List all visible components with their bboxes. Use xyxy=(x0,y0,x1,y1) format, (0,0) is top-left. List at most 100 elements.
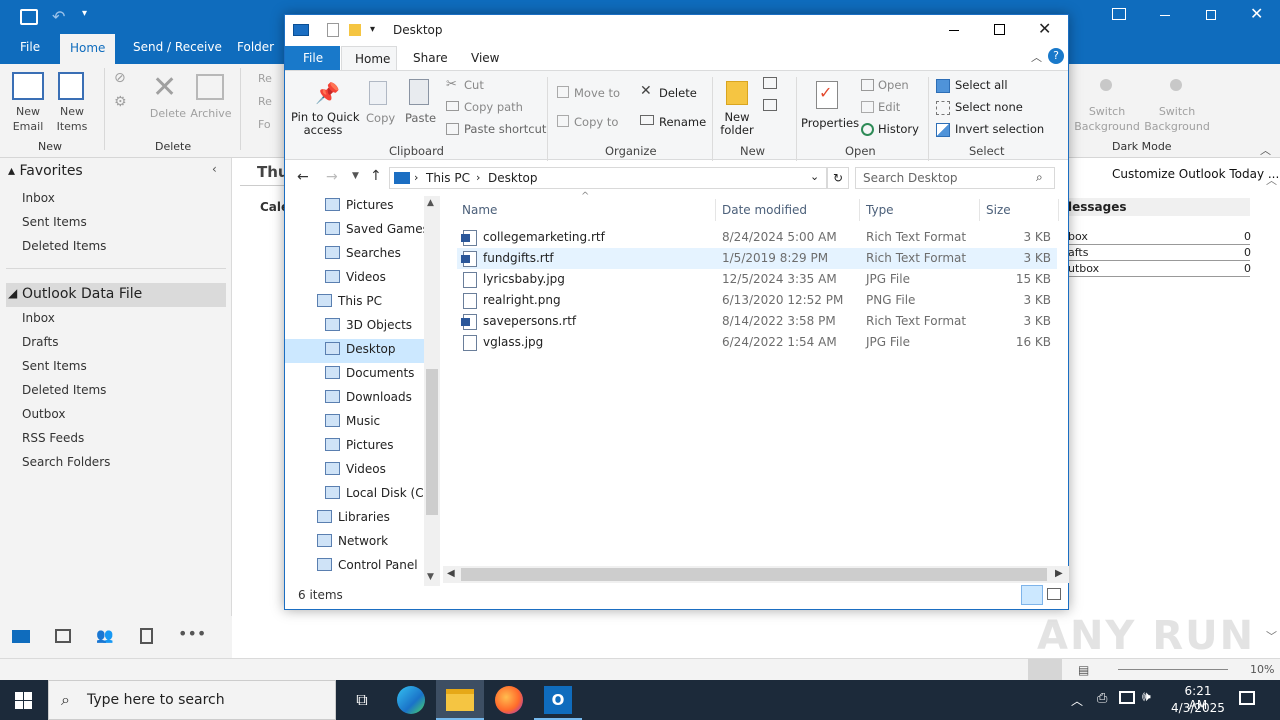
tree-item[interactable]: Desktop xyxy=(325,342,396,356)
easy-access-icon[interactable] xyxy=(763,99,777,111)
tab-home[interactable]: Home xyxy=(60,34,116,64)
folder-deleted-items[interactable]: Deleted Items xyxy=(22,383,106,397)
tree-item[interactable]: Pictures xyxy=(325,198,394,212)
file-row[interactable]: collegemarketing.rtf 8/24/2024 5:00 AM Ric… xyxy=(457,227,1057,248)
scroll-right-icon[interactable]: ▶ xyxy=(1055,568,1063,579)
file-row[interactable]: savepersons.rtf 8/14/2022 3:58 PM Rich Tex… xyxy=(457,311,1057,332)
messages-inbox[interactable]: box xyxy=(1068,230,1088,243)
tree-item[interactable]: Libraries xyxy=(317,510,390,524)
breadcrumb-desktop[interactable]: Desktop xyxy=(488,171,538,185)
archive-button[interactable]: Archive xyxy=(190,70,232,130)
windows-start-icon[interactable] xyxy=(15,692,32,709)
zoom-slider[interactable] xyxy=(1118,669,1228,670)
help-icon[interactable]: ? xyxy=(1048,48,1064,64)
refresh-icon[interactable]: ↻ xyxy=(827,167,849,189)
forward-icon[interactable]: → xyxy=(326,169,338,185)
favorite-deleted-items[interactable]: Deleted Items xyxy=(22,239,106,253)
tree-item[interactable]: Local Disk (C:) xyxy=(325,486,432,500)
horizontal-scrollbar[interactable]: ◀ ▶ xyxy=(443,566,1069,583)
taskbar-search-input[interactable]: Type here to search xyxy=(87,692,225,708)
new-items-button[interactable]: New Items xyxy=(50,70,94,140)
undo-icon[interactable]: ↶ xyxy=(52,7,65,26)
outlook-icon[interactable]: O xyxy=(544,686,572,714)
folder-drafts[interactable]: Drafts xyxy=(22,335,59,349)
qat-dropdown-icon[interactable]: ▾ xyxy=(82,8,87,19)
close-icon[interactable]: ✕ xyxy=(1038,19,1051,38)
cut-button[interactable]: Cut xyxy=(464,78,484,92)
tab-send-receive[interactable]: Send / Receive xyxy=(133,40,222,54)
collapse-ribbon-icon[interactable]: ︿ xyxy=(1260,142,1271,158)
new-folder-quick-icon[interactable] xyxy=(349,24,361,36)
column-date-modified[interactable]: Date modified xyxy=(722,203,807,217)
collapse-pane-icon[interactable]: ‹ xyxy=(212,162,217,176)
tab-folder[interactable]: Folder xyxy=(237,40,274,54)
folder-rss-feeds[interactable]: RSS Feeds xyxy=(22,431,84,445)
more-icon[interactable]: ••• xyxy=(178,624,206,643)
invert-selection-button[interactable]: Invert selection xyxy=(955,122,1044,136)
notifications-icon[interactable] xyxy=(1239,691,1255,705)
tree-item[interactable]: Pictures xyxy=(325,438,394,452)
reading-view-icon[interactable]: ▤ xyxy=(1078,663,1089,677)
column-size[interactable]: Size xyxy=(986,203,1011,217)
clock-date[interactable]: 4/3/2025 xyxy=(1170,701,1226,715)
meet-now-icon[interactable]: ⎙ xyxy=(1097,691,1107,706)
new-folder-button[interactable]: New folder xyxy=(715,75,759,141)
scroll-up-arrow-icon[interactable]: ▲ xyxy=(427,198,434,208)
large-icons-view-icon[interactable] xyxy=(1047,588,1061,600)
rename-button[interactable]: Rename xyxy=(659,115,706,129)
pin-quick-access-button[interactable]: 📌 Pin to Quick access xyxy=(289,75,360,141)
delete-button[interactable]: ✕ Delete xyxy=(148,70,188,130)
reply-all-button[interactable]: Re xyxy=(258,95,272,108)
customize-outlook-today-link[interactable]: Customize Outlook Today ... xyxy=(1112,167,1279,181)
maximize-icon[interactable] xyxy=(1206,10,1216,20)
close-icon[interactable]: ✕ xyxy=(1250,4,1263,23)
tab-home[interactable]: Home xyxy=(341,46,397,71)
tab-share[interactable]: Share xyxy=(413,51,448,65)
switch-background-button-2[interactable]: Switch Background xyxy=(1142,76,1212,136)
maximize-icon[interactable] xyxy=(994,24,1005,35)
scroll-down-arrow-icon[interactable]: ▼ xyxy=(427,572,434,582)
select-none-button[interactable]: Select none xyxy=(955,100,1023,114)
folder-search-folders[interactable]: Search Folders xyxy=(22,455,110,469)
open-button[interactable]: Open xyxy=(878,78,909,92)
network-icon[interactable] xyxy=(1119,691,1135,704)
qat-dropdown-icon[interactable]: ▾ xyxy=(370,24,375,35)
restore-ribbon-icon[interactable] xyxy=(1112,8,1126,20)
mail-icon[interactable] xyxy=(12,630,30,643)
properties-button[interactable]: ✓ Properties xyxy=(799,75,859,141)
recent-locations-icon[interactable]: ▼ xyxy=(352,171,359,181)
scroll-left-icon[interactable]: ◀ xyxy=(447,568,455,579)
tab-file[interactable]: File xyxy=(20,40,40,54)
reply-button[interactable]: Re xyxy=(258,72,272,85)
scroll-up-icon[interactable]: ︿ xyxy=(1266,172,1277,188)
tree-item[interactable]: 3D Objects xyxy=(325,318,412,332)
minimize-icon[interactable] xyxy=(949,30,959,31)
tree-item[interactable]: Downloads xyxy=(325,390,412,404)
history-button[interactable]: History xyxy=(878,122,919,136)
tree-item[interactable]: Control Panel xyxy=(317,558,418,572)
tree-item[interactable]: Network xyxy=(317,534,388,548)
normal-view-icon[interactable] xyxy=(1028,659,1062,680)
zoom-level[interactable]: 10% xyxy=(1250,663,1274,676)
messages-drafts[interactable]: afts xyxy=(1068,246,1088,259)
copy-button[interactable]: Copy xyxy=(359,75,397,141)
people-icon[interactable]: 👥 xyxy=(96,628,113,644)
scroll-thumb[interactable] xyxy=(461,568,1047,581)
tree-scrollbar[interactable]: ▲ ▼ xyxy=(424,196,440,586)
edge-icon[interactable] xyxy=(397,686,425,714)
address-bar[interactable]: › This PC › Desktop ⌄ xyxy=(389,167,827,189)
task-view-icon[interactable]: ⧉ xyxy=(348,686,376,714)
up-icon[interactable]: ↑ xyxy=(370,168,382,184)
delete-button[interactable]: Delete xyxy=(659,86,697,100)
tree-item[interactable]: This PC xyxy=(317,294,382,308)
new-email-button[interactable]: New Email xyxy=(6,70,50,140)
address-dropdown-icon[interactable]: ⌄ xyxy=(810,170,819,183)
select-all-button[interactable]: Select all xyxy=(955,78,1008,92)
paste-button[interactable]: Paste xyxy=(399,75,439,141)
folder-inbox[interactable]: Inbox xyxy=(22,311,55,325)
paste-shortcut-button[interactable]: Paste shortcut xyxy=(464,122,546,136)
data-file-header[interactable]: ◢ Outlook Data File xyxy=(6,283,226,307)
tab-file[interactable]: File xyxy=(285,46,340,70)
tray-overflow-icon[interactable]: ︿ xyxy=(1071,692,1083,709)
volume-icon[interactable]: 🕪 xyxy=(1142,689,1151,705)
